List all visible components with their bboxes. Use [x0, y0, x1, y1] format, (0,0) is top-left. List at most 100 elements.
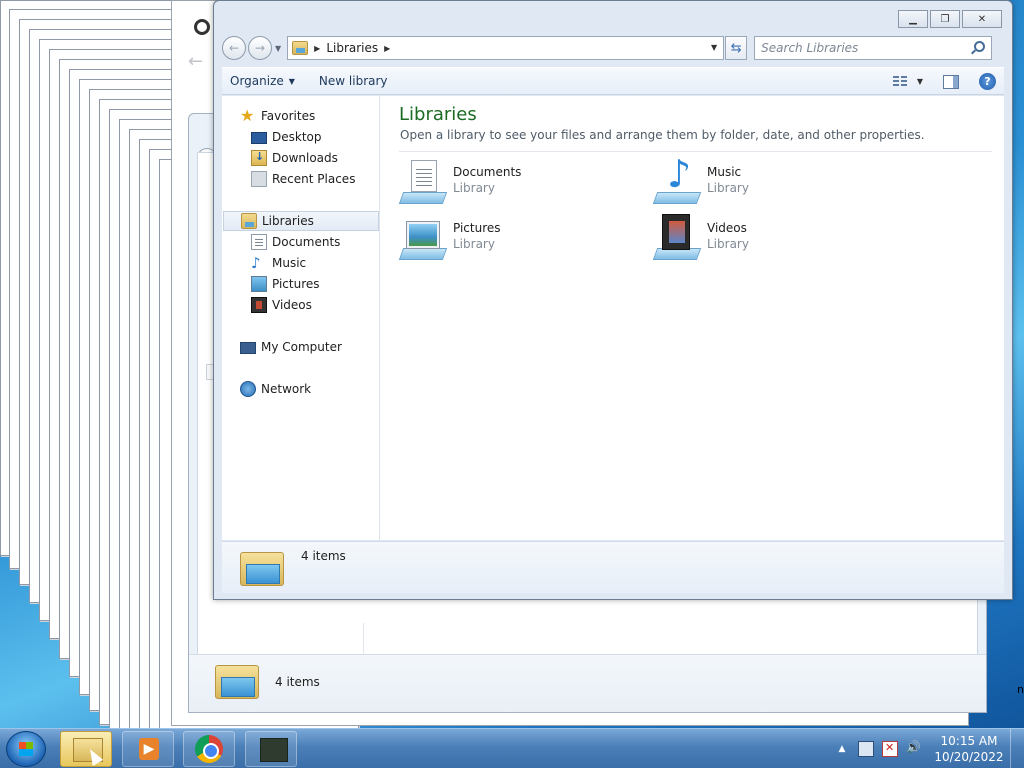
- explorer-content: ★ Favorites Desktop Downloads Recent Pla…: [222, 96, 1004, 540]
- forward-arrow-icon: →: [254, 41, 266, 55]
- nav-item-my-computer[interactable]: My Computer: [240, 337, 342, 357]
- nav-item-favorites[interactable]: ★ Favorites: [240, 106, 315, 126]
- window-caption-buttons: ▁ ❐ ✕: [898, 10, 1002, 28]
- maximize-button[interactable]: ❐: [930, 10, 960, 28]
- nav-label: Desktop: [272, 130, 322, 144]
- system-tray: ▲ 10:15 AM 10/20/2022: [826, 729, 1024, 768]
- music-library-icon: ♪: [652, 154, 702, 206]
- library-tile-pictures[interactable]: Pictures Library: [398, 214, 629, 264]
- minimize-button[interactable]: ▁: [898, 10, 928, 28]
- back-arrow-icon: ←: [228, 41, 240, 55]
- start-button[interactable]: [6, 731, 46, 767]
- background-library-folder-icon: [215, 661, 261, 701]
- nav-item-music[interactable]: ♪ Music: [251, 253, 306, 273]
- library-tile-videos[interactable]: Videos Library: [652, 214, 883, 264]
- desktop-text-fragment: n: [1017, 683, 1024, 696]
- show-hidden-icons-icon[interactable]: ▲: [834, 741, 850, 757]
- preview-pane-icon[interactable]: [943, 74, 959, 89]
- nav-item-pictures[interactable]: Pictures: [251, 274, 320, 294]
- nav-item-libraries[interactable]: Libraries: [223, 211, 379, 231]
- volume-icon[interactable]: [906, 740, 922, 757]
- library-name: Pictures: [453, 221, 501, 235]
- nav-label: Documents: [272, 235, 341, 249]
- new-library-label: New library: [318, 74, 388, 88]
- nav-label: Pictures: [272, 277, 320, 291]
- background-status-text: 4 items: [275, 675, 320, 689]
- refresh-button[interactable]: ⇆: [725, 36, 748, 60]
- help-icon[interactable]: ?: [979, 73, 996, 90]
- organize-button[interactable]: Organize ▼: [222, 67, 303, 95]
- address-bar[interactable]: ▶ Libraries ▶ ▼: [287, 36, 725, 60]
- library-kind: Library: [453, 181, 495, 195]
- page-subtitle: Open a library to see your files and arr…: [400, 128, 925, 142]
- minimize-icon: ▁: [909, 13, 917, 25]
- nav-label: Libraries: [262, 214, 314, 228]
- new-library-button[interactable]: New library: [311, 67, 396, 95]
- search-box[interactable]: [754, 36, 993, 60]
- clock-time: 10:15 AM: [940, 734, 998, 748]
- library-name: Documents: [453, 165, 522, 179]
- libraries-folder-icon: [292, 41, 309, 55]
- libraries-large-folder-icon: [240, 548, 286, 588]
- taskbar-google-chrome[interactable]: [183, 731, 235, 767]
- nav-item-downloads[interactable]: Downloads: [251, 148, 338, 168]
- change-view-icon[interactable]: [892, 75, 909, 89]
- nav-label: Favorites: [261, 109, 316, 123]
- search-icon[interactable]: [974, 41, 986, 52]
- computer-icon: [240, 341, 256, 354]
- close-button[interactable]: ✕: [962, 10, 1002, 28]
- show-desktop-button[interactable]: [1010, 729, 1024, 768]
- downloads-icon: [251, 150, 267, 166]
- item-count: 4 items: [301, 549, 346, 563]
- breadcrumb-chevron-icon[interactable]: ▶: [314, 44, 320, 53]
- library-tile-documents[interactable]: Documents Library: [398, 158, 629, 208]
- nav-label: Music: [272, 256, 307, 270]
- close-icon: ✕: [977, 13, 987, 25]
- network-status-icon[interactable]: [858, 741, 874, 757]
- nav-item-desktop[interactable]: Desktop: [251, 127, 322, 147]
- nav-item-network[interactable]: Network: [240, 379, 311, 399]
- favorites-star-icon: ★: [240, 106, 255, 125]
- pictures-library-icon: [398, 214, 448, 262]
- taskbar-windows-explorer[interactable]: [60, 731, 112, 767]
- libraries-icon: [241, 213, 257, 229]
- search-input[interactable]: [761, 41, 962, 55]
- nav-label: Network: [261, 382, 312, 396]
- refresh-icon: ⇆: [730, 40, 742, 56]
- command-toolbar: Organize ▼ New library ▼ ?: [222, 67, 1004, 95]
- taskbar-windows-media-player[interactable]: [122, 731, 174, 767]
- back-button[interactable]: ←: [222, 36, 246, 60]
- library-kind: Library: [453, 237, 495, 251]
- breadcrumb-chevron-icon[interactable]: ▶: [384, 44, 390, 53]
- address-dropdown-icon[interactable]: ▼: [711, 43, 717, 52]
- library-view: Libraries Open a library to see your fil…: [381, 96, 1004, 540]
- library-name: Music: [707, 165, 742, 179]
- recent-places-icon: [251, 171, 267, 187]
- taskbar-task-manager[interactable]: [245, 731, 297, 767]
- chrome-tab-favicon-icon: [194, 19, 210, 35]
- organize-dropdown-icon: ▼: [288, 76, 295, 86]
- videos-library-icon: [652, 214, 702, 262]
- chrome-back-arrow-icon[interactable]: ←: [188, 51, 203, 72]
- library-tile-music[interactable]: ♪ Music Library: [652, 154, 883, 208]
- taskbar: ▲ 10:15 AM 10/20/2022: [0, 728, 1024, 768]
- nav-item-recent-places[interactable]: Recent Places: [251, 169, 355, 189]
- nav-label: My Computer: [261, 340, 342, 354]
- libraries-explorer-window[interactable]: ▁ ❐ ✕ ← → ▼ ▶ Libraries ▶ ▼ ⇆ Organize ▼…: [213, 0, 1013, 600]
- organize-label: Organize: [230, 74, 284, 88]
- page-title: Libraries: [399, 104, 477, 125]
- clock-date: 10/20/2022: [934, 750, 1004, 764]
- pictures-icon: [251, 276, 267, 292]
- nav-item-documents[interactable]: Documents: [251, 232, 340, 252]
- view-options-dropdown-icon[interactable]: ▼: [917, 77, 923, 86]
- breadcrumb-libraries[interactable]: Libraries: [326, 41, 378, 55]
- action-center-flag-icon[interactable]: [882, 741, 898, 757]
- navigation-bar: ← → ▼ ▶ Libraries ▶ ▼ ⇆: [222, 35, 1004, 61]
- recent-pages-dropdown-icon[interactable]: ▼: [275, 44, 281, 53]
- library-name: Videos: [707, 221, 747, 235]
- nav-label: Downloads: [272, 151, 338, 165]
- details-pane: 4 items: [222, 541, 1004, 593]
- nav-item-videos[interactable]: Videos: [251, 295, 312, 315]
- forward-button[interactable]: →: [248, 36, 272, 60]
- clock[interactable]: 10:15 AM 10/20/2022: [934, 733, 1004, 765]
